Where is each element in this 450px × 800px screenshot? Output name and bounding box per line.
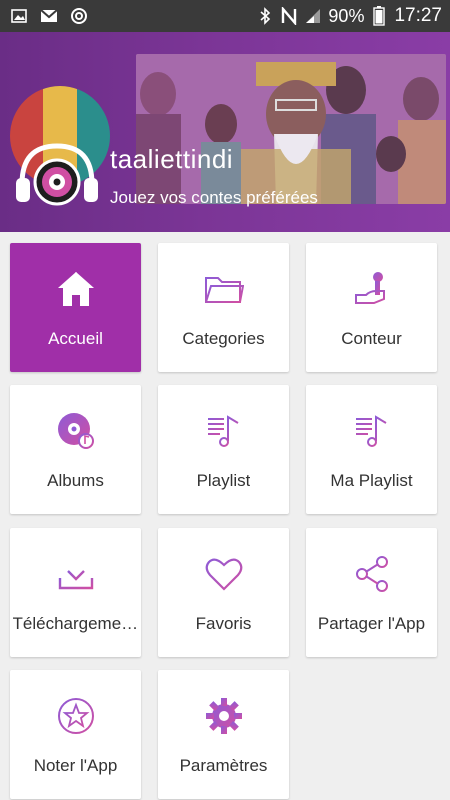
menu-item-label: Paramètres (179, 756, 268, 775)
menu-item-label: Favoris (195, 614, 252, 633)
menu-item-ma-playlist[interactable]: Ma Playlist (306, 385, 437, 514)
menu-item-label: Noter l'App (33, 756, 118, 775)
share-icon (350, 552, 394, 596)
clock: 17:27 (394, 5, 442, 26)
gmail-icon (40, 7, 58, 25)
gallery-icon (10, 7, 28, 25)
menu-item-label: Accueil (48, 329, 103, 348)
drawer-header: taaliettindi Jouez vos contes préférées (0, 32, 450, 232)
gear-icon (202, 694, 246, 738)
menu-item-label: Conteur (341, 329, 402, 348)
signal-icon (304, 7, 322, 25)
menu-item-telechargements[interactable]: Téléchargements (10, 528, 141, 657)
playlist-icon (202, 409, 246, 453)
app-tagline: Jouez vos contes préférées (110, 188, 318, 207)
microphone-hand-icon (350, 267, 394, 311)
menu-item-categories[interactable]: Categories (158, 243, 289, 372)
menu-item-accueil[interactable]: Accueil (10, 243, 141, 372)
menu-item-label: Categories (182, 329, 265, 348)
menu-item-partager[interactable]: Partager l'App (306, 528, 437, 657)
album-disc-icon (54, 409, 98, 453)
menu-item-playlist[interactable]: Playlist (158, 385, 289, 514)
heart-icon (202, 552, 246, 596)
menu-item-conteur[interactable]: Conteur (306, 243, 437, 372)
menu-item-label: Partager l'App (317, 614, 426, 633)
bluetooth-icon (256, 7, 274, 25)
status-bar: 90% 17:27 (0, 0, 450, 32)
menu-item-noter-app[interactable]: Noter l'App (10, 670, 141, 799)
menu-item-parametres[interactable]: Paramètres (158, 670, 289, 799)
my-playlist-icon (350, 409, 394, 453)
headphones-logo-icon (14, 140, 100, 210)
sync-icon (70, 7, 88, 25)
app-name: taaliettindi (110, 144, 234, 174)
download-icon (54, 552, 98, 596)
battery-percent: 90% (328, 5, 365, 26)
menu-item-label: Playlist (196, 471, 251, 490)
menu-item-label: Ma Playlist (330, 471, 413, 490)
home-icon (54, 267, 98, 311)
folder-icon (202, 267, 246, 311)
header-artwork (136, 54, 446, 204)
menu-item-favoris[interactable]: Favoris (158, 528, 289, 657)
menu-item-label: Téléchargements (12, 614, 139, 633)
star-circle-icon (54, 694, 98, 738)
battery-icon (370, 6, 388, 26)
menu-item-albums[interactable]: Albums (10, 385, 141, 514)
nfc-icon (280, 7, 298, 25)
menu-item-label: Albums (47, 471, 104, 490)
